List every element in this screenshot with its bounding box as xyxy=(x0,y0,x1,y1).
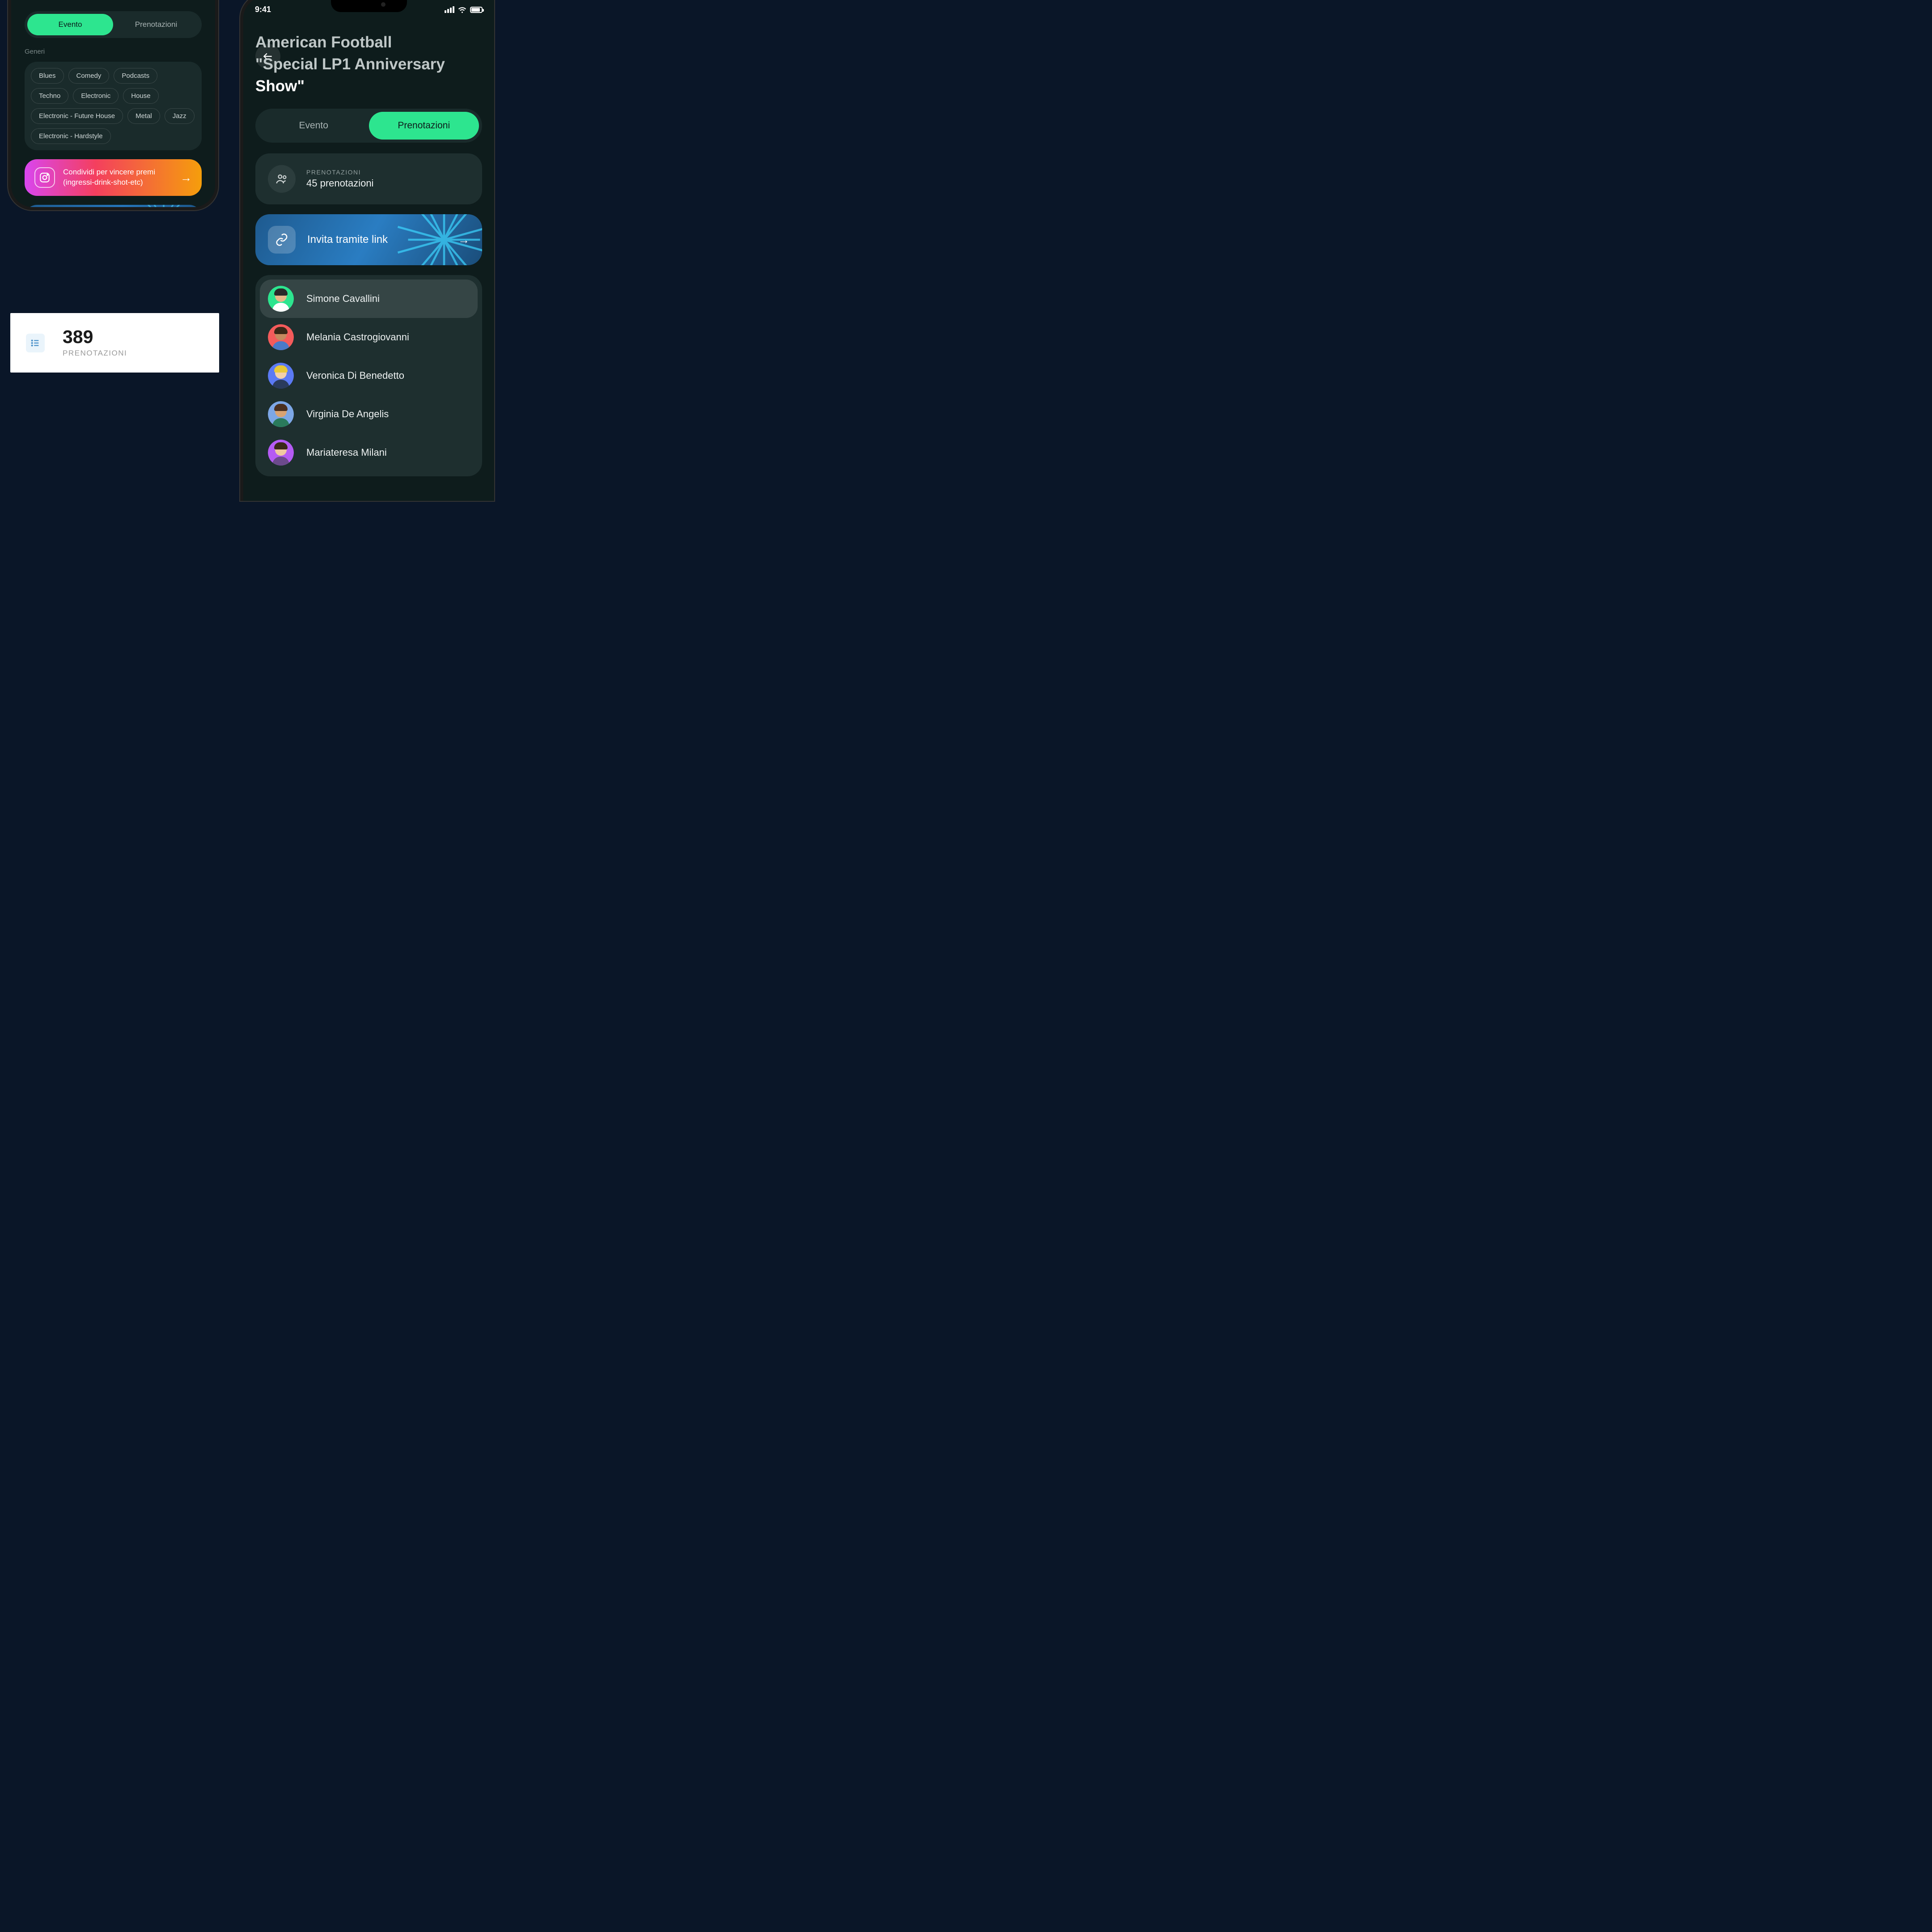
genre-chip[interactable]: Jazz xyxy=(165,108,195,124)
tab-evento[interactable]: Evento xyxy=(258,112,369,140)
status-time: 9:41 xyxy=(255,5,271,14)
avatar xyxy=(268,324,294,350)
invite-link-text: Invita tramite link xyxy=(307,233,453,246)
tab-prenotazioni[interactable]: Prenotazioni xyxy=(113,14,199,35)
phone-mockup-right: 9:41 American Football "Special LP1 Anni… xyxy=(240,0,494,501)
avatar xyxy=(268,363,294,389)
reservations-label: PRENOTAZIONI xyxy=(306,169,373,176)
tab-evento[interactable]: Evento xyxy=(27,14,113,35)
signal-icon xyxy=(445,6,454,13)
battery-icon xyxy=(470,7,483,13)
genre-chip[interactable]: Podcasts xyxy=(114,68,157,84)
reservation-item[interactable]: Simone Cavallini xyxy=(260,280,478,318)
wifi-icon xyxy=(458,7,466,13)
genre-chip[interactable]: Electronic - Future House xyxy=(31,108,123,124)
reservation-item[interactable]: Mariateresa Milani xyxy=(260,433,478,472)
chevron-right-icon: → xyxy=(180,171,192,185)
list-icon xyxy=(26,334,45,352)
reservation-name: Simone Cavallini xyxy=(306,293,380,305)
reservation-name: Veronica Di Benedetto xyxy=(306,370,404,381)
phone-mockup-left: Evento Prenotazioni Generi Blues Comedy … xyxy=(8,0,218,210)
reservation-name: Melania Castrogiovanni xyxy=(306,331,409,343)
reservations-count: 45 prenotazioni xyxy=(306,178,373,189)
event-title: American Football "Special LP1 Anniversa… xyxy=(255,31,482,97)
share-card-text: Condividi per vincere premi (ingressi-dr… xyxy=(63,167,175,188)
genre-chip[interactable]: Techno xyxy=(31,88,68,104)
chevron-right-icon: → xyxy=(458,233,470,247)
firework-decoration xyxy=(112,205,202,210)
reservation-item[interactable]: Veronica Di Benedetto xyxy=(260,356,478,395)
tabs: Evento Prenotazioni xyxy=(255,109,482,143)
genre-chip[interactable]: House xyxy=(123,88,158,104)
invite-link-card[interactable]: Invita tramite link → xyxy=(255,214,482,265)
reservation-item[interactable]: Virginia De Angelis xyxy=(260,395,478,433)
link-icon xyxy=(268,226,296,254)
avatar xyxy=(268,286,294,312)
genres-label: Generi xyxy=(25,48,202,55)
invite-link-card[interactable]: Invita tramite link → xyxy=(25,205,202,210)
avatar xyxy=(268,401,294,427)
stats-label: PRENOTAZIONI xyxy=(63,349,127,358)
genre-chip[interactable]: Blues xyxy=(31,68,64,84)
genre-chip[interactable]: Comedy xyxy=(68,68,110,84)
genre-chip[interactable]: Electronic xyxy=(73,88,119,104)
genre-chip[interactable]: Metal xyxy=(127,108,160,124)
stats-value: 389 xyxy=(63,328,127,346)
genres-container: Blues Comedy Podcasts Techno Electronic … xyxy=(25,62,202,150)
reservation-name: Virginia De Angelis xyxy=(306,408,389,420)
phone-notch xyxy=(331,0,407,12)
genre-chip[interactable]: Electronic - Hardstyle xyxy=(31,128,111,144)
people-icon xyxy=(268,165,296,193)
tab-prenotazioni[interactable]: Prenotazioni xyxy=(369,112,479,140)
stats-card: 389 PRENOTAZIONI xyxy=(10,313,219,373)
reservation-name: Mariateresa Milani xyxy=(306,447,387,458)
avatar xyxy=(268,440,294,466)
reservation-item[interactable]: Melania Castrogiovanni xyxy=(260,318,478,356)
tabs: Evento Prenotazioni xyxy=(25,11,202,38)
share-card[interactable]: Condividi per vincere premi (ingressi-dr… xyxy=(25,159,202,196)
reservations-list: Simone Cavallini Melania Castrogiovanni … xyxy=(255,275,482,476)
instagram-icon xyxy=(34,167,55,188)
reservations-summary-card: PRENOTAZIONI 45 prenotazioni xyxy=(255,153,482,204)
